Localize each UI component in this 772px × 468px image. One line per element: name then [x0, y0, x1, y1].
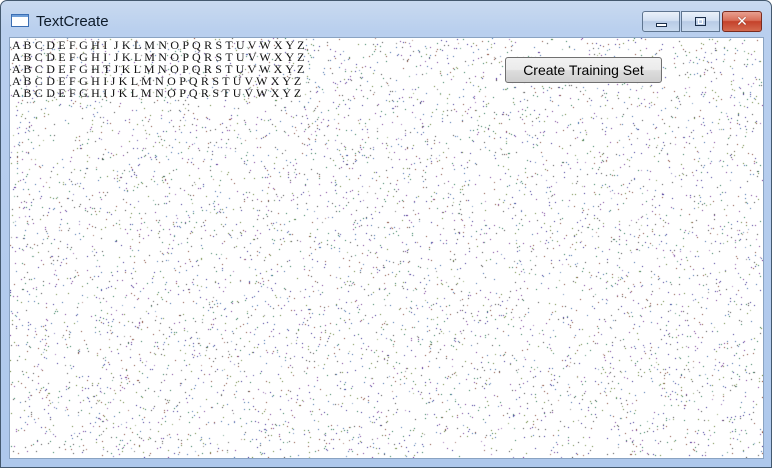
- noise-background: [10, 38, 763, 458]
- window-title: TextCreate: [36, 13, 109, 30]
- minimize-icon: [655, 23, 667, 27]
- app-window: TextCreate ✕ A B C D E F G H I J K L M N…: [0, 0, 772, 468]
- minimize-button[interactable]: [642, 11, 680, 32]
- app-window-icon[interactable]: [11, 14, 29, 27]
- close-icon: ✕: [736, 13, 748, 30]
- title-bar[interactable]: TextCreate ✕: [1, 1, 771, 37]
- maximize-icon: [695, 17, 706, 26]
- maximize-button[interactable]: [681, 11, 720, 32]
- drawing-canvas: A B C D E F G H I J K L M N O P Q R S T …: [9, 37, 764, 459]
- alphabet-lines: A B C D E F G H I J K L M N O P Q R S T …: [12, 39, 305, 99]
- create-training-set-button[interactable]: Create Training Set: [505, 57, 662, 83]
- alphabet-line: A B C D E F G H I J K L M N O P Q R S T …: [12, 86, 302, 100]
- close-button[interactable]: ✕: [722, 11, 762, 32]
